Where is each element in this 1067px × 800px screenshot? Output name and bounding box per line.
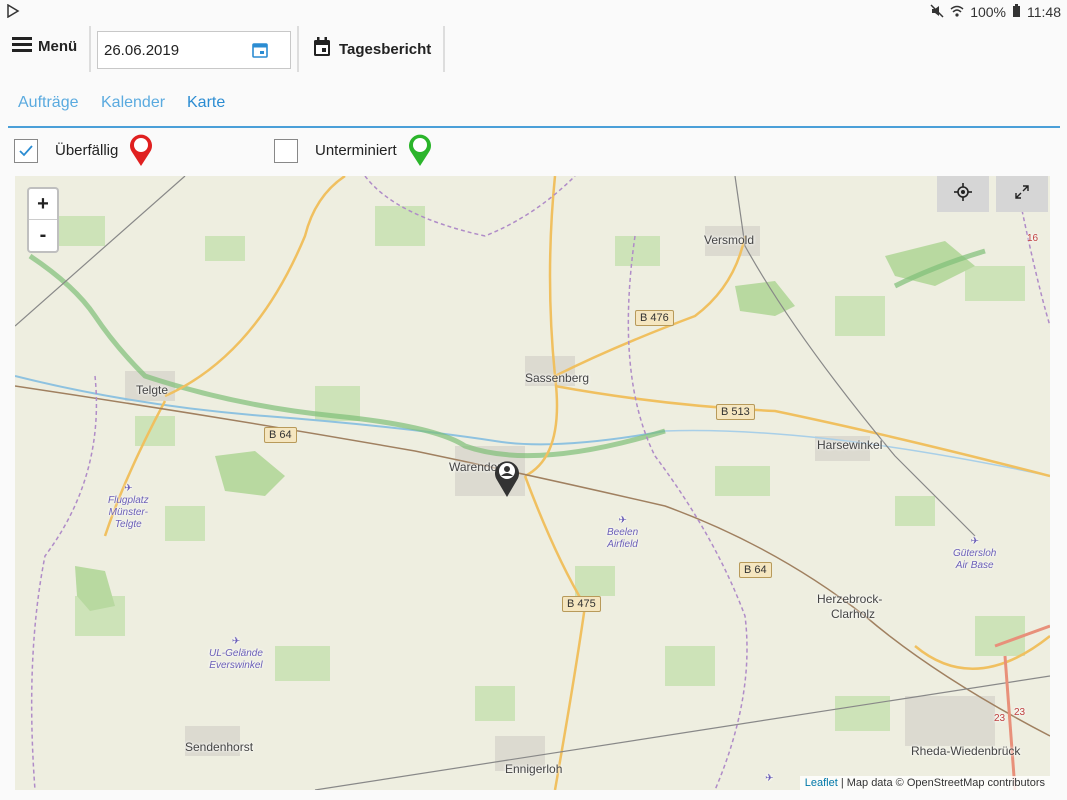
road-shield: B 513 bbox=[716, 404, 755, 420]
road-number: 16 bbox=[1027, 233, 1039, 244]
mute-icon bbox=[930, 3, 944, 21]
place-label: Sendenhorst bbox=[185, 740, 254, 754]
airport-icon: ✈ bbox=[765, 773, 774, 784]
menu-button[interactable]: Menü bbox=[12, 36, 77, 56]
map-tiles bbox=[15, 176, 1050, 790]
calendar-icon[interactable] bbox=[252, 42, 268, 62]
zoom-control: + - bbox=[27, 187, 59, 253]
airfield-line: Münster- bbox=[108, 507, 148, 518]
road-shield: B 476 bbox=[635, 310, 674, 326]
calendar-icon bbox=[313, 37, 331, 61]
locate-button[interactable] bbox=[937, 176, 989, 212]
place-label: Ennigerloh bbox=[505, 762, 563, 776]
place-label: Herzebrock- bbox=[817, 592, 883, 606]
fullscreen-button[interactable] bbox=[996, 176, 1048, 212]
battery-level: 100% bbox=[970, 4, 1006, 20]
hamburger-icon bbox=[12, 36, 32, 56]
location-marker-icon[interactable] bbox=[492, 459, 522, 504]
airport-icon: ✈ bbox=[970, 536, 979, 547]
divider bbox=[297, 26, 299, 72]
place-label: Telgte bbox=[136, 383, 169, 397]
map-view[interactable]: Versmold Sassenberg Telgte Warendorf Har… bbox=[15, 176, 1050, 790]
tab-auftraege[interactable]: Aufträge bbox=[18, 94, 78, 112]
overdue-label: Überfällig bbox=[55, 142, 119, 159]
airfield-line: Gütersloh bbox=[953, 548, 997, 559]
road-number: 23 bbox=[1014, 707, 1026, 718]
place-label: Sassenberg bbox=[525, 371, 590, 385]
date-input[interactable] bbox=[104, 41, 244, 59]
toolbar: Menü Tagesbericht bbox=[0, 26, 1067, 72]
place-label: Clarholz bbox=[831, 607, 876, 621]
road-shield: B 475 bbox=[562, 596, 601, 612]
divider bbox=[89, 26, 91, 72]
play-store-icon bbox=[6, 3, 20, 21]
date-field[interactable] bbox=[97, 31, 291, 69]
leaflet-link[interactable]: Leaflet bbox=[805, 777, 838, 789]
unscheduled-label: Unterminiert bbox=[315, 142, 397, 159]
green-map-pin-icon bbox=[406, 132, 434, 173]
airfield-line: Airfield bbox=[607, 539, 638, 550]
place-label: Versmold bbox=[704, 233, 755, 247]
airfield-line: Air Base bbox=[955, 560, 994, 571]
divider bbox=[443, 26, 445, 72]
battery-icon bbox=[1012, 3, 1021, 21]
airfield-line: Telgte bbox=[114, 519, 142, 530]
place-label: Rheda-Wiedenbrück bbox=[911, 744, 1021, 758]
road-shield: B 64 bbox=[739, 562, 772, 578]
filter-row: Überfällig Unterminiert bbox=[0, 132, 1067, 172]
crosshair-icon bbox=[954, 182, 972, 206]
airport-icon: ✈ bbox=[231, 636, 241, 647]
airfield-line: UL-Gelände bbox=[209, 648, 263, 659]
map-attribution: Leaflet | Map data © OpenStreetMap contr… bbox=[799, 776, 1050, 790]
clock: 11:48 bbox=[1027, 4, 1061, 20]
airfield-label: ✈ Gütersloh Air Base bbox=[953, 536, 996, 572]
airfield-line: Beelen bbox=[607, 527, 639, 538]
place-label: Harsewinkel bbox=[817, 438, 883, 452]
airfield-label: ✈ UL-Gelände Everswinkel bbox=[209, 636, 263, 672]
airfield-line: Everswinkel bbox=[209, 660, 263, 671]
airport-icon: ✈ bbox=[124, 483, 133, 494]
tab-karte[interactable]: Karte bbox=[187, 94, 225, 112]
checkmark-icon bbox=[19, 145, 33, 157]
expand-icon bbox=[1015, 184, 1029, 204]
daily-report-label: Tagesbericht bbox=[339, 40, 432, 58]
airfield-label: ✈ Flugplatz Münster- Telgte bbox=[108, 483, 149, 531]
tab-bar: Aufträge Kalender Karte bbox=[8, 88, 1060, 128]
airfield-line: Flugplatz bbox=[108, 495, 149, 506]
unscheduled-checkbox[interactable] bbox=[274, 139, 298, 163]
wifi-icon bbox=[950, 4, 964, 21]
road-number: 23 bbox=[994, 713, 1006, 724]
red-map-pin-icon bbox=[127, 132, 155, 173]
zoom-in-button[interactable]: + bbox=[29, 189, 57, 220]
overdue-checkbox[interactable] bbox=[14, 139, 38, 163]
menu-label: Menü bbox=[38, 37, 78, 55]
tab-kalender[interactable]: Kalender bbox=[101, 94, 165, 112]
airport-icon: ✈ bbox=[618, 515, 627, 526]
attribution-text: | Map data © OpenStreetMap contributors bbox=[837, 777, 1045, 789]
zoom-out-button[interactable]: - bbox=[29, 220, 57, 251]
daily-report-button[interactable]: Tagesbericht bbox=[313, 37, 431, 61]
road-shield: B 64 bbox=[264, 427, 297, 443]
status-bar: 100% 11:48 bbox=[0, 0, 1067, 24]
airfield-label: ✈ Beelen Airfield bbox=[607, 515, 638, 551]
